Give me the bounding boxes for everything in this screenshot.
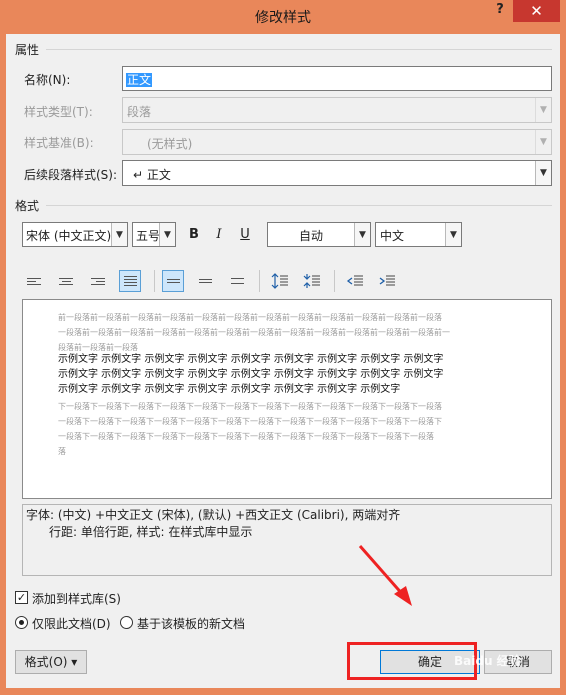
- style-preview-pane: 前一段落前一段落前一段落前一段落前一段落前一段落前一段落前一段落前一段落前一段落…: [22, 299, 552, 499]
- preview-sample-line: 示例文字 示例文字 示例文字 示例文字 示例文字 示例文字 示例文字 示例文字: [58, 384, 401, 395]
- add-to-gallery-label: 添加到样式库(S): [32, 592, 121, 606]
- based-on-select[interactable]: (无样式) ▼: [122, 129, 552, 155]
- align-right-icon[interactable]: [87, 270, 109, 292]
- dialog-title: 修改样式: [255, 10, 311, 26]
- font-color-select[interactable]: 自动 ▼: [267, 222, 371, 247]
- increase-indent-icon[interactable]: [376, 270, 398, 292]
- chevron-down-icon: ▼: [159, 223, 175, 246]
- preview-sample-line: 示例文字 示例文字 示例文字 示例文字 示例文字 示例文字 示例文字 示例文字 …: [58, 354, 444, 365]
- font-size-value: 五号: [136, 229, 161, 243]
- preview-next-line: 一段落下一段落下一段落下一段落下一段落下一段落下一段落下一段落下一段落下一段落下…: [58, 432, 434, 441]
- preview-next-line: 一段落下一段落下一段落下一段落下一段落下一段落下一段落下一段落下一段落下一段落下…: [58, 417, 442, 426]
- toolbar-divider: [259, 270, 260, 292]
- italic-button[interactable]: I: [208, 224, 230, 246]
- ok-button[interactable]: 确定: [380, 650, 480, 674]
- underline-button[interactable]: U: [234, 224, 256, 246]
- style-type-label: 样式类型(T):: [24, 105, 93, 119]
- next-style-select[interactable]: ↵ 正文 ▼: [122, 160, 552, 186]
- align-justify-icon[interactable]: [119, 270, 141, 292]
- preview-prev-line: 前一段落前一段落前一段落前一段落前一段落前一段落前一段落前一段落前一段落前一段落…: [58, 313, 442, 322]
- toolbar-divider: [334, 270, 335, 292]
- chevron-down-icon: ▼: [535, 130, 551, 154]
- only-this-document-radio[interactable]: [15, 616, 28, 629]
- single-spacing-icon[interactable]: [162, 270, 184, 292]
- language-select[interactable]: 中文 ▼: [375, 222, 462, 247]
- next-style-label: 后续段落样式(S):: [24, 168, 118, 182]
- toolbar-divider: [154, 270, 155, 292]
- chevron-down-icon: ▼: [111, 223, 127, 246]
- description-line-2: 行距: 单倍行距, 样式: 在样式库中显示: [49, 525, 253, 539]
- language-value: 中文: [380, 229, 405, 243]
- chevron-down-icon: ▼: [445, 223, 461, 246]
- one-half-spacing-icon[interactable]: [194, 270, 216, 292]
- format-menu-button[interactable]: 格式(O) ▾: [15, 650, 87, 674]
- style-description: 字体: (中文) +中文正文 (宋体), (默认) +西文正文 (Calibri…: [22, 504, 552, 576]
- format-divider: [46, 205, 552, 206]
- cancel-button[interactable]: 取消: [484, 650, 552, 674]
- decrease-indent-icon[interactable]: [344, 270, 366, 292]
- name-input-value: 正文: [126, 73, 153, 87]
- space-before-increase-icon[interactable]: [269, 270, 291, 292]
- new-docs-template-label: 基于该模板的新文档: [137, 617, 246, 631]
- only-this-document-label: 仅限此文档(D): [32, 617, 111, 631]
- align-center-icon[interactable]: [55, 270, 77, 292]
- space-before-decrease-icon[interactable]: [301, 270, 323, 292]
- chevron-down-icon: ▼: [354, 223, 370, 246]
- preview-prev-line: 一段落前一段落前一段落前一段落前一段落前一段落前一段落前一段落前一段落前一段落前…: [58, 328, 450, 337]
- double-spacing-icon[interactable]: [226, 270, 248, 292]
- chevron-down-icon: ▼: [535, 161, 551, 185]
- style-type-value: 段落: [127, 105, 152, 119]
- bold-button[interactable]: B: [183, 224, 205, 246]
- chevron-down-icon: ▼: [535, 98, 551, 122]
- description-line-1: 字体: (中文) +中文正文 (宋体), (默认) +西文正文 (Calibri…: [26, 508, 401, 522]
- dialog-body: 属性 名称(N): 正文 样式类型(T): 段落 ▼ 样式基准(B): (无样式…: [6, 34, 560, 688]
- properties-divider: [46, 49, 552, 50]
- preview-sample-line: 示例文字 示例文字 示例文字 示例文字 示例文字 示例文字 示例文字 示例文字 …: [58, 369, 444, 380]
- align-left-icon[interactable]: [23, 270, 45, 292]
- new-docs-template-radio[interactable]: [120, 616, 133, 629]
- name-input[interactable]: 正文: [122, 66, 552, 91]
- font-size-select[interactable]: 五号 ▼: [132, 222, 176, 247]
- font-value: 宋体 (中文正文): [26, 229, 112, 243]
- next-style-value: ↵ 正文: [133, 168, 171, 182]
- close-button[interactable]: ✕: [513, 0, 560, 22]
- preview-next-line: 下一段落下一段落下一段落下一段落下一段落下一段落下一段落下一段落下一段落下一段落…: [58, 402, 442, 411]
- add-to-gallery-checkbox[interactable]: ✓: [15, 591, 28, 604]
- based-on-label: 样式基准(B):: [24, 136, 94, 150]
- properties-section-label: 属性: [15, 43, 40, 57]
- name-label: 名称(N):: [24, 73, 71, 87]
- help-button[interactable]: ?: [488, 2, 512, 22]
- based-on-value: (无样式): [147, 137, 193, 151]
- title-bar: 修改样式 ? ✕: [0, 0, 566, 34]
- font-select[interactable]: 宋体 (中文正文) ▼: [22, 222, 128, 247]
- font-color-value: 自动: [298, 229, 323, 243]
- format-section-label: 格式: [15, 199, 40, 213]
- style-type-select[interactable]: 段落 ▼: [122, 97, 552, 123]
- preview-next-line: 落: [58, 447, 66, 456]
